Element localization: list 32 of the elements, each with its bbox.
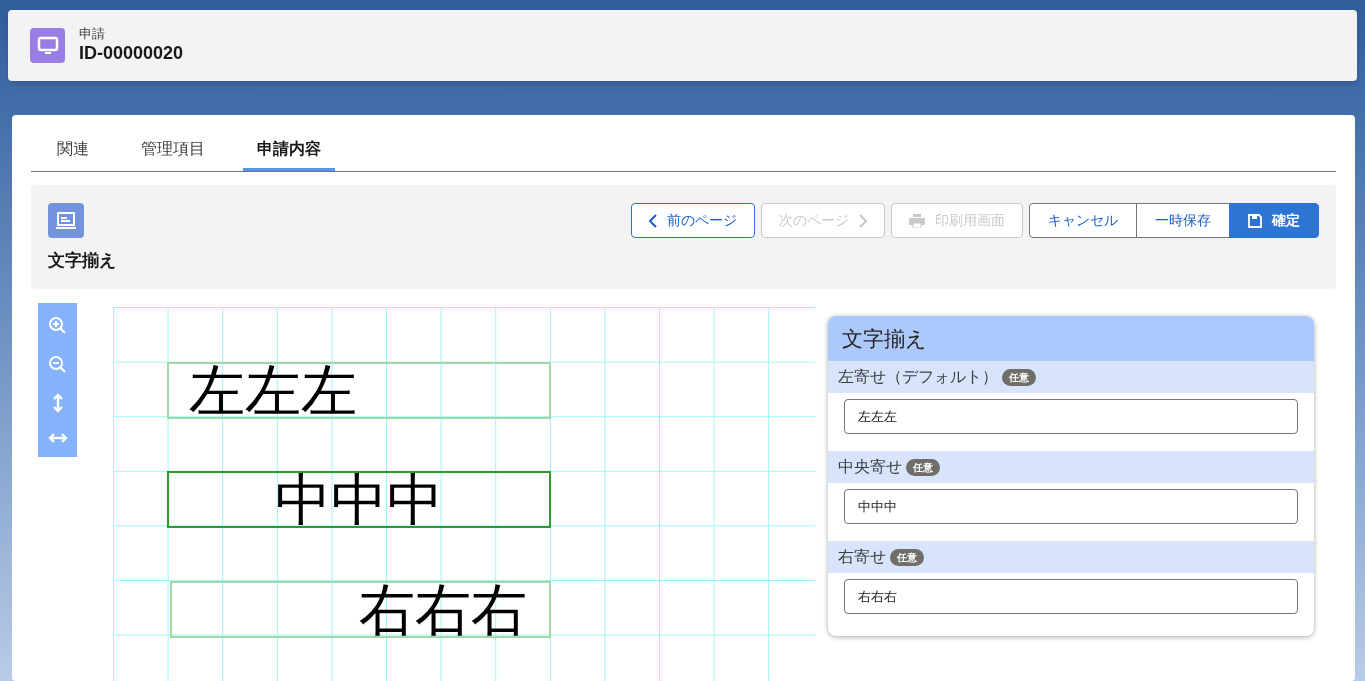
vertical-arrows-icon[interactable] [51,393,64,414]
zoom-out-icon[interactable] [47,354,68,375]
object-type-label: 申請 [79,26,106,43]
form-icon [48,203,84,238]
action-button[interactable]: 一時保存 [1136,203,1230,238]
input-field[interactable]: 右右右 [844,579,1298,614]
input-field[interactable]: 中中中 [844,489,1298,524]
save-icon [1248,213,1262,228]
input-field[interactable]: 左左左 [844,399,1298,434]
action-button[interactable]: キャンセル [1029,203,1137,238]
panel-title: 文字揃え [828,316,1314,361]
field-label: 左寄せ（デフォルト） [838,367,998,387]
previous-page-button[interactable]: 前のページ [631,203,755,238]
field-label: 中央寄せ [838,457,902,477]
printer-icon [909,213,925,228]
chevron-right-icon [859,213,867,228]
optional-badge: 任意 [906,458,940,476]
tab[interactable]: 関連 [43,129,103,171]
text-box[interactable]: 中中中 [167,471,551,528]
horizontal-arrows-icon[interactable] [47,431,68,444]
section-title: 文字揃え [48,250,116,272]
text-box[interactable]: 左左左 [167,362,551,419]
tab[interactable]: 管理項目 [127,129,219,171]
confirm-button[interactable]: 確定 [1229,203,1319,238]
field-label: 右寄せ [838,547,886,567]
chevron-left-icon [649,213,657,228]
optional-badge: 任意 [1002,368,1036,386]
record-id: ID-00000020 [79,42,184,65]
tab[interactable]: 申請内容 [243,129,335,171]
text-box[interactable]: 右右右 [170,581,551,638]
optional-badge: 任意 [890,548,924,566]
monitor-icon [30,28,65,63]
